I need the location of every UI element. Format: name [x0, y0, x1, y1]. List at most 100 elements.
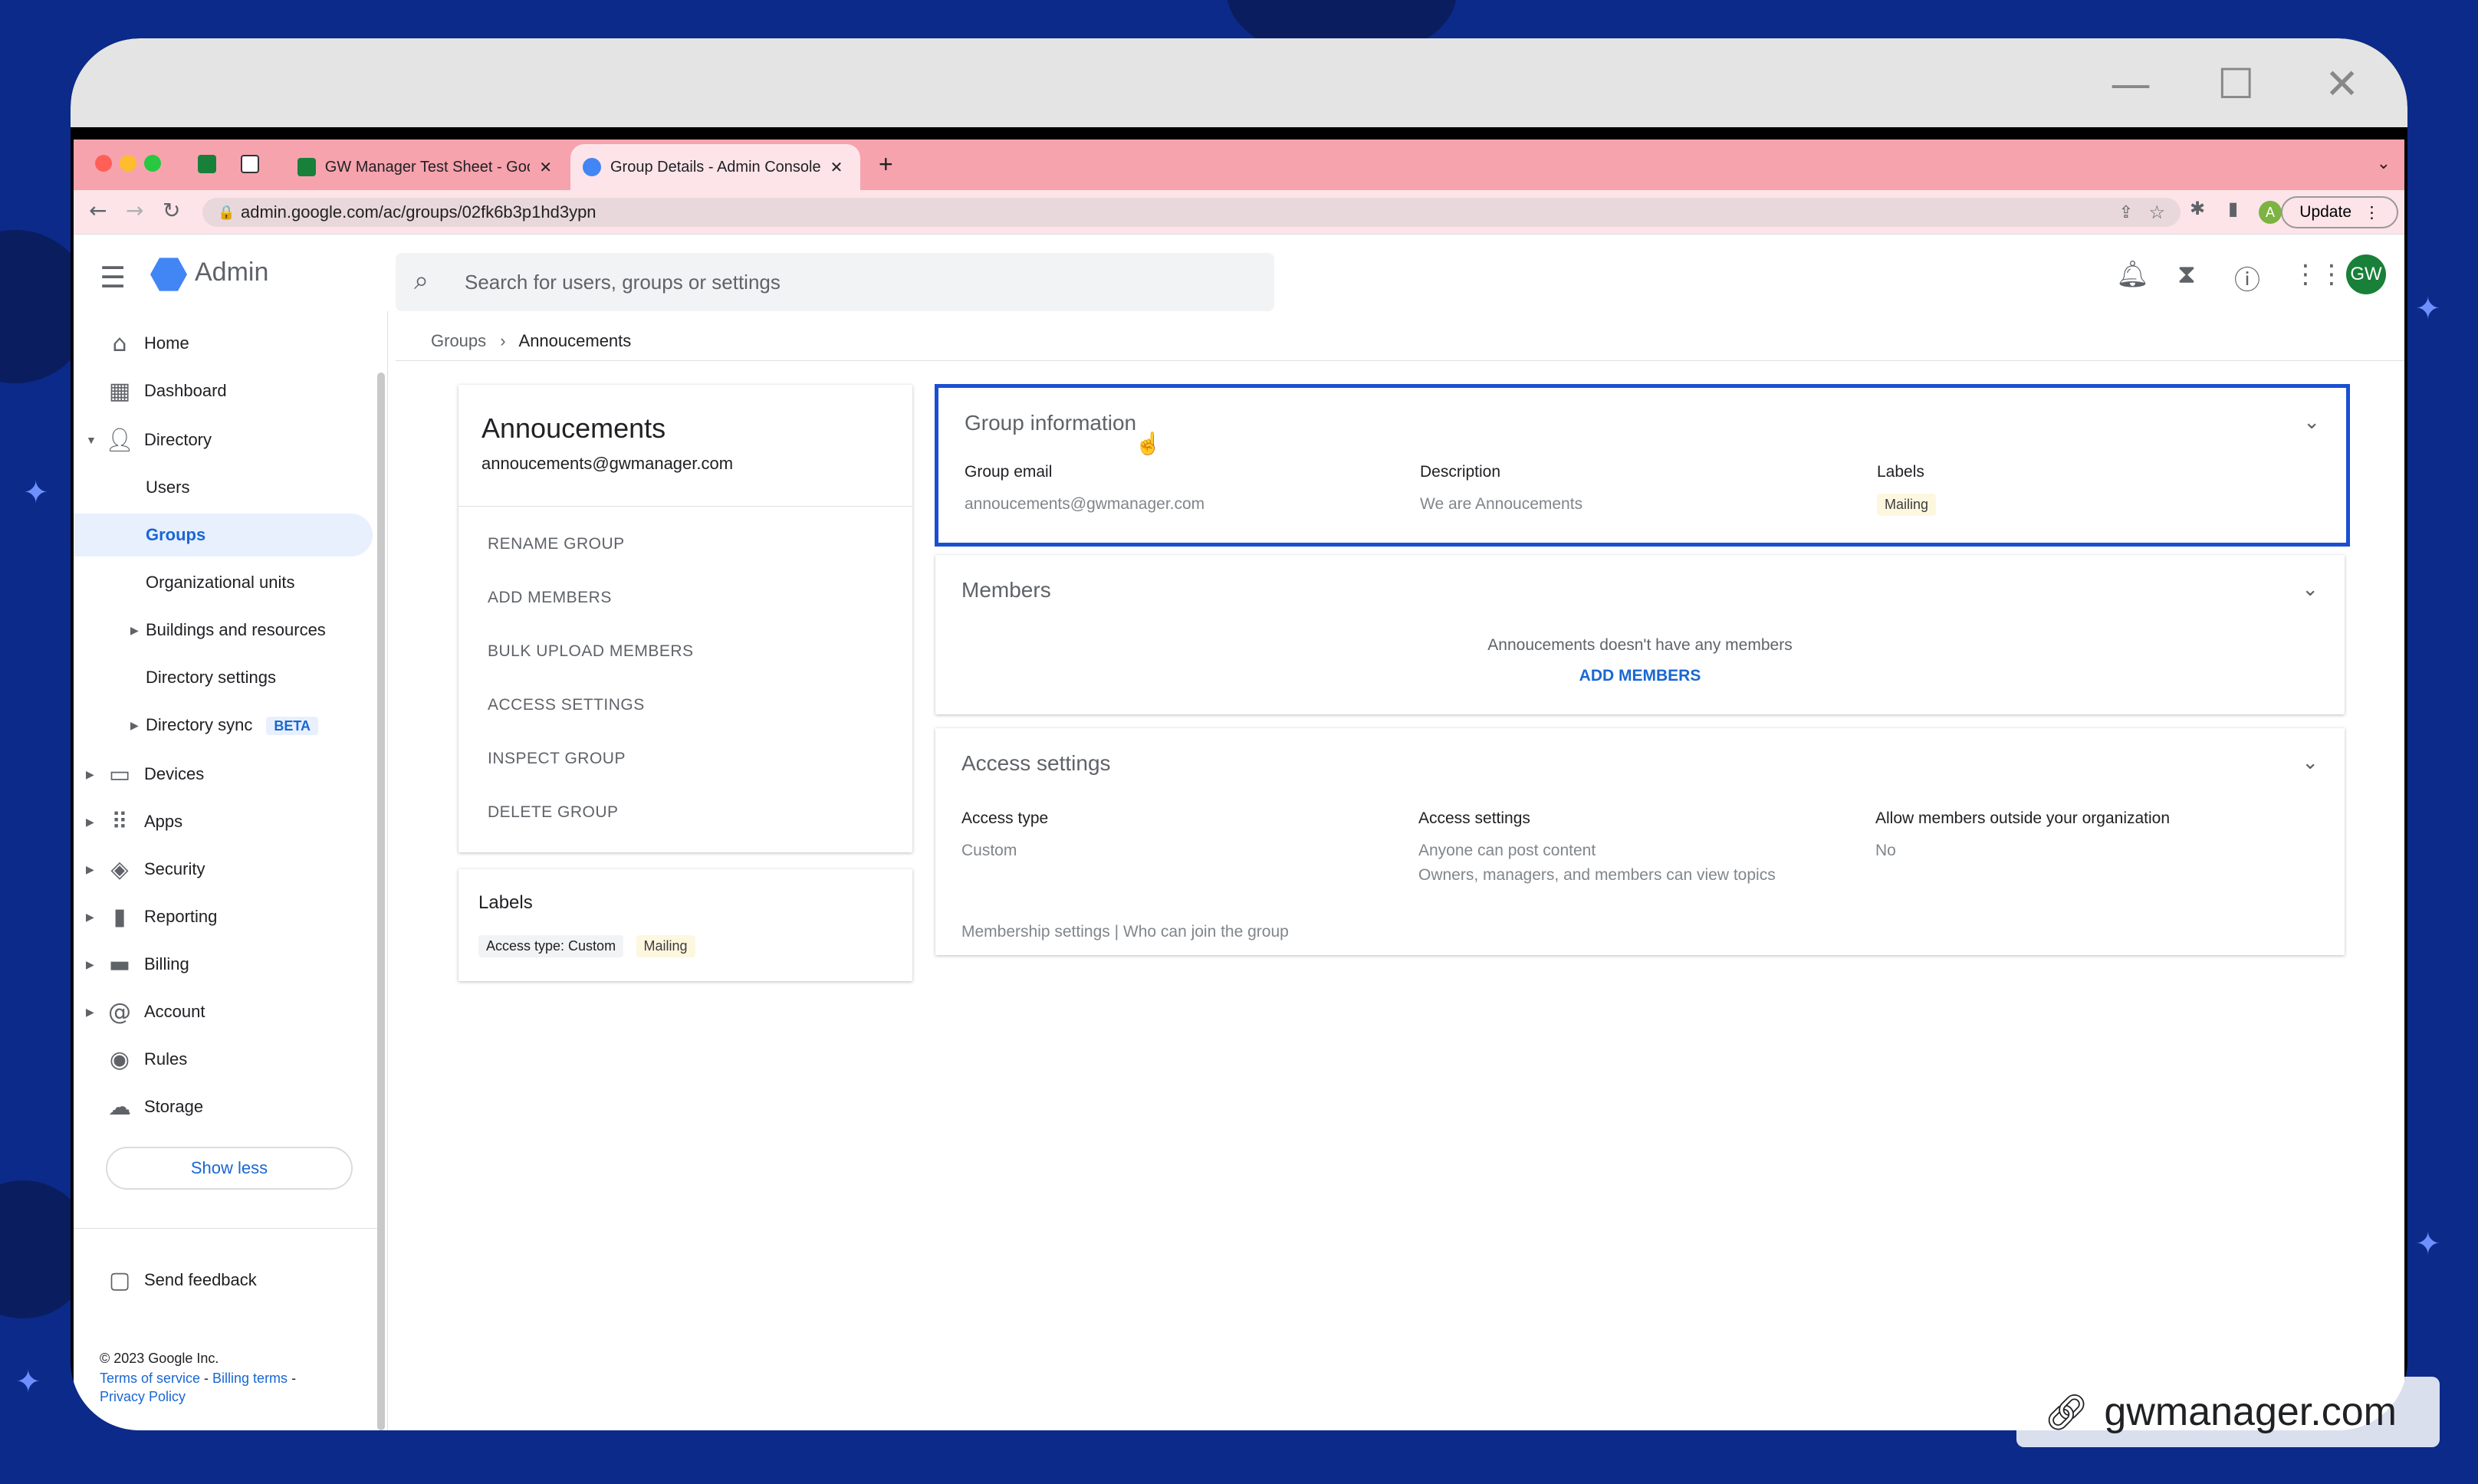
group-email: annoucements@gwmanager.com: [481, 454, 734, 473]
close-window-dot[interactable]: [95, 155, 112, 172]
sidebar-item-reporting[interactable]: ▶ ▮ Reporting: [74, 895, 373, 938]
reload-icon[interactable]: ↻: [163, 198, 180, 223]
profile-avatar[interactable]: A: [2259, 201, 2282, 224]
apps-icon: ⠿: [111, 808, 128, 836]
search-input[interactable]: ⌕ Search for users, groups or settings: [396, 253, 1274, 311]
account-avatar[interactable]: GW: [2346, 254, 2386, 294]
browser-window: GW Manager Test Sheet - Goo ✕ Group Deta…: [74, 140, 2404, 1430]
new-tab-icon[interactable]: +: [879, 150, 893, 179]
expand-caret-icon[interactable]: ▶: [86, 768, 94, 781]
minimize-icon[interactable]: —: [2110, 60, 2151, 108]
chevron-down-icon[interactable]: ⌄: [2302, 578, 2319, 601]
notifications-bell-icon[interactable]: 🔔︎: [2116, 259, 2149, 290]
notion-pinned-icon[interactable]: [241, 155, 259, 173]
show-less-button[interactable]: Show less: [106, 1147, 353, 1190]
product-name[interactable]: Admin: [195, 258, 268, 287]
close-icon[interactable]: ✕: [2325, 60, 2359, 108]
sidebar-item-directory-settings[interactable]: Directory settings: [74, 656, 373, 699]
sidebar-item-home[interactable]: ⌂ Home: [74, 322, 373, 365]
access-settings-button[interactable]: ACCESS SETTINGS: [488, 696, 645, 714]
bulk-upload-members-button[interactable]: BULK UPLOAD MEMBERS: [488, 642, 694, 661]
shield-icon: ◈: [110, 855, 129, 883]
send-feedback-link[interactable]: ▢ Send feedback: [74, 1259, 373, 1302]
sidebar-item-directory[interactable]: ▼ 👤︎ Directory: [74, 419, 373, 461]
tab-gw-manager-sheet[interactable]: GW Manager Test Sheet - Goo ✕: [285, 144, 564, 190]
sidebar-item-storage[interactable]: ☁ Storage: [74, 1085, 373, 1128]
forward-icon[interactable]: →: [126, 198, 143, 223]
help-icon[interactable]: ⓘ: [2234, 259, 2260, 297]
sidebar-item-buildings[interactable]: ▶ Buildings and resources: [74, 609, 373, 652]
sidebar-scrollbar[interactable]: [377, 373, 385, 1430]
tab-group-details[interactable]: Group Details - Admin Console ✕: [570, 144, 860, 190]
app-launcher-icon[interactable]: ⋮⋮: [2292, 259, 2345, 290]
expand-caret-icon[interactable]: ▶: [86, 816, 94, 829]
group-information-panel[interactable]: Group information ⌄ Group email annoucem…: [935, 384, 2350, 547]
chevron-down-icon[interactable]: ⌄: [2303, 411, 2320, 434]
update-button[interactable]: Update ⋮: [2281, 196, 2398, 228]
members-panel[interactable]: Members ⌄ Annoucements doesn't have any …: [935, 555, 2345, 714]
expand-caret-icon[interactable]: ▶: [130, 624, 139, 637]
delete-group-button[interactable]: DELETE GROUP: [488, 803, 619, 822]
tab-search-icon[interactable]: ⌄: [2377, 153, 2391, 173]
breadcrumb-chevron-icon: ›: [500, 331, 506, 350]
zoom-window-dot[interactable]: [144, 155, 161, 172]
sidebar-item-billing[interactable]: ▶ ▬ Billing: [74, 943, 373, 986]
os-window: — ☐ ✕ GW Manager Test Sheet - Goo ✕ Grou…: [71, 38, 2407, 1430]
add-members-button[interactable]: ADD MEMBERS: [488, 589, 612, 607]
sheets-pinned-icon[interactable]: [198, 155, 216, 173]
inspect-group-button[interactable]: INSPECT GROUP: [488, 750, 626, 768]
header-divider: [396, 360, 2404, 361]
sidebar-item-devices[interactable]: ▶ ▭ Devices: [74, 753, 373, 796]
expand-caret-icon[interactable]: ▶: [86, 911, 94, 924]
privacy-link[interactable]: Privacy Policy: [100, 1389, 186, 1404]
expand-caret-icon[interactable]: ▶: [130, 719, 139, 732]
footer-links: Terms of service - Billing terms -: [100, 1371, 297, 1386]
expand-caret-icon[interactable]: ▶: [86, 958, 94, 971]
admin-logo-icon[interactable]: [150, 258, 187, 291]
link-icon: 🔗︎: [2044, 1391, 2089, 1432]
sheets-icon: [297, 158, 316, 176]
rename-group-button[interactable]: RENAME GROUP: [488, 535, 625, 553]
address-bar: ← → ↻ 🔒 admin.google.com/ac/groups/02fk6…: [74, 190, 2404, 235]
share-icon[interactable]: ⇪: [2119, 202, 2133, 222]
sidebar-divider: [74, 1228, 377, 1229]
back-icon[interactable]: ←: [89, 198, 107, 223]
tasks-hourglass-icon[interactable]: ⧗: [2177, 259, 2196, 290]
sidebar-item-rules[interactable]: ◉ Rules: [74, 1038, 373, 1081]
billing-terms-link[interactable]: Billing terms: [212, 1371, 288, 1386]
breadcrumb-groups-link[interactable]: Groups: [431, 331, 486, 350]
sidebar-item-security[interactable]: ▶ ◈ Security: [74, 848, 373, 891]
credit-card-icon: ▬: [108, 950, 131, 978]
expand-caret-icon[interactable]: ▶: [86, 863, 94, 876]
sidebar-item-directory-sync[interactable]: ▶ Directory sync BETA: [74, 704, 373, 747]
more-vert-icon[interactable]: ⋮: [2364, 203, 2380, 222]
expand-caret-icon[interactable]: ▶: [86, 1006, 94, 1019]
add-members-link[interactable]: ADD MEMBERS: [935, 667, 2345, 685]
collapse-caret-icon[interactable]: ▼: [86, 434, 97, 446]
sidebar-item-account[interactable]: ▶ @ Account: [74, 990, 373, 1033]
sidebar-item-dashboard[interactable]: ▦ Dashboard: [74, 369, 373, 412]
extensions-icon[interactable]: ✱: [2190, 198, 2205, 219]
minimize-window-dot[interactable]: [120, 155, 136, 172]
mailing-chip: Mailing: [1877, 494, 1937, 516]
group-email-label: Group email: [965, 463, 1053, 481]
group-email-value: annoucements@gwmanager.com: [965, 495, 1205, 513]
labels-card: Labels Access type: Custom Mailing: [458, 869, 912, 981]
sidebar-item-organizational-units[interactable]: Organizational units: [74, 561, 373, 604]
members-title: Members: [961, 578, 1051, 602]
maximize-icon[interactable]: ☐: [2217, 60, 2254, 108]
access-settings-panel[interactable]: Access settings ⌄ Access type Custom Acc…: [935, 728, 2345, 955]
watermark-badge: 🔗︎ gwmanager.com: [2016, 1377, 2440, 1447]
sidebar-item-users[interactable]: Users: [74, 466, 373, 509]
url-field[interactable]: 🔒 admin.google.com/ac/groups/02fk6b3p1hd…: [202, 198, 2181, 227]
terms-link[interactable]: Terms of service: [100, 1371, 200, 1386]
tab-close-icon[interactable]: ✕: [830, 158, 843, 177]
sidebar-item-groups[interactable]: Groups: [74, 514, 373, 556]
bookmark-star-icon[interactable]: ☆: [2148, 202, 2165, 224]
menu-icon[interactable]: ☰: [100, 261, 126, 294]
sidebar-item-apps[interactable]: ▶ ⠿ Apps: [74, 800, 373, 843]
tab-close-icon[interactable]: ✕: [539, 158, 552, 177]
at-icon: @: [108, 998, 131, 1026]
chevron-down-icon[interactable]: ⌄: [2302, 751, 2319, 774]
side-panel-icon[interactable]: ▮: [2228, 198, 2238, 219]
